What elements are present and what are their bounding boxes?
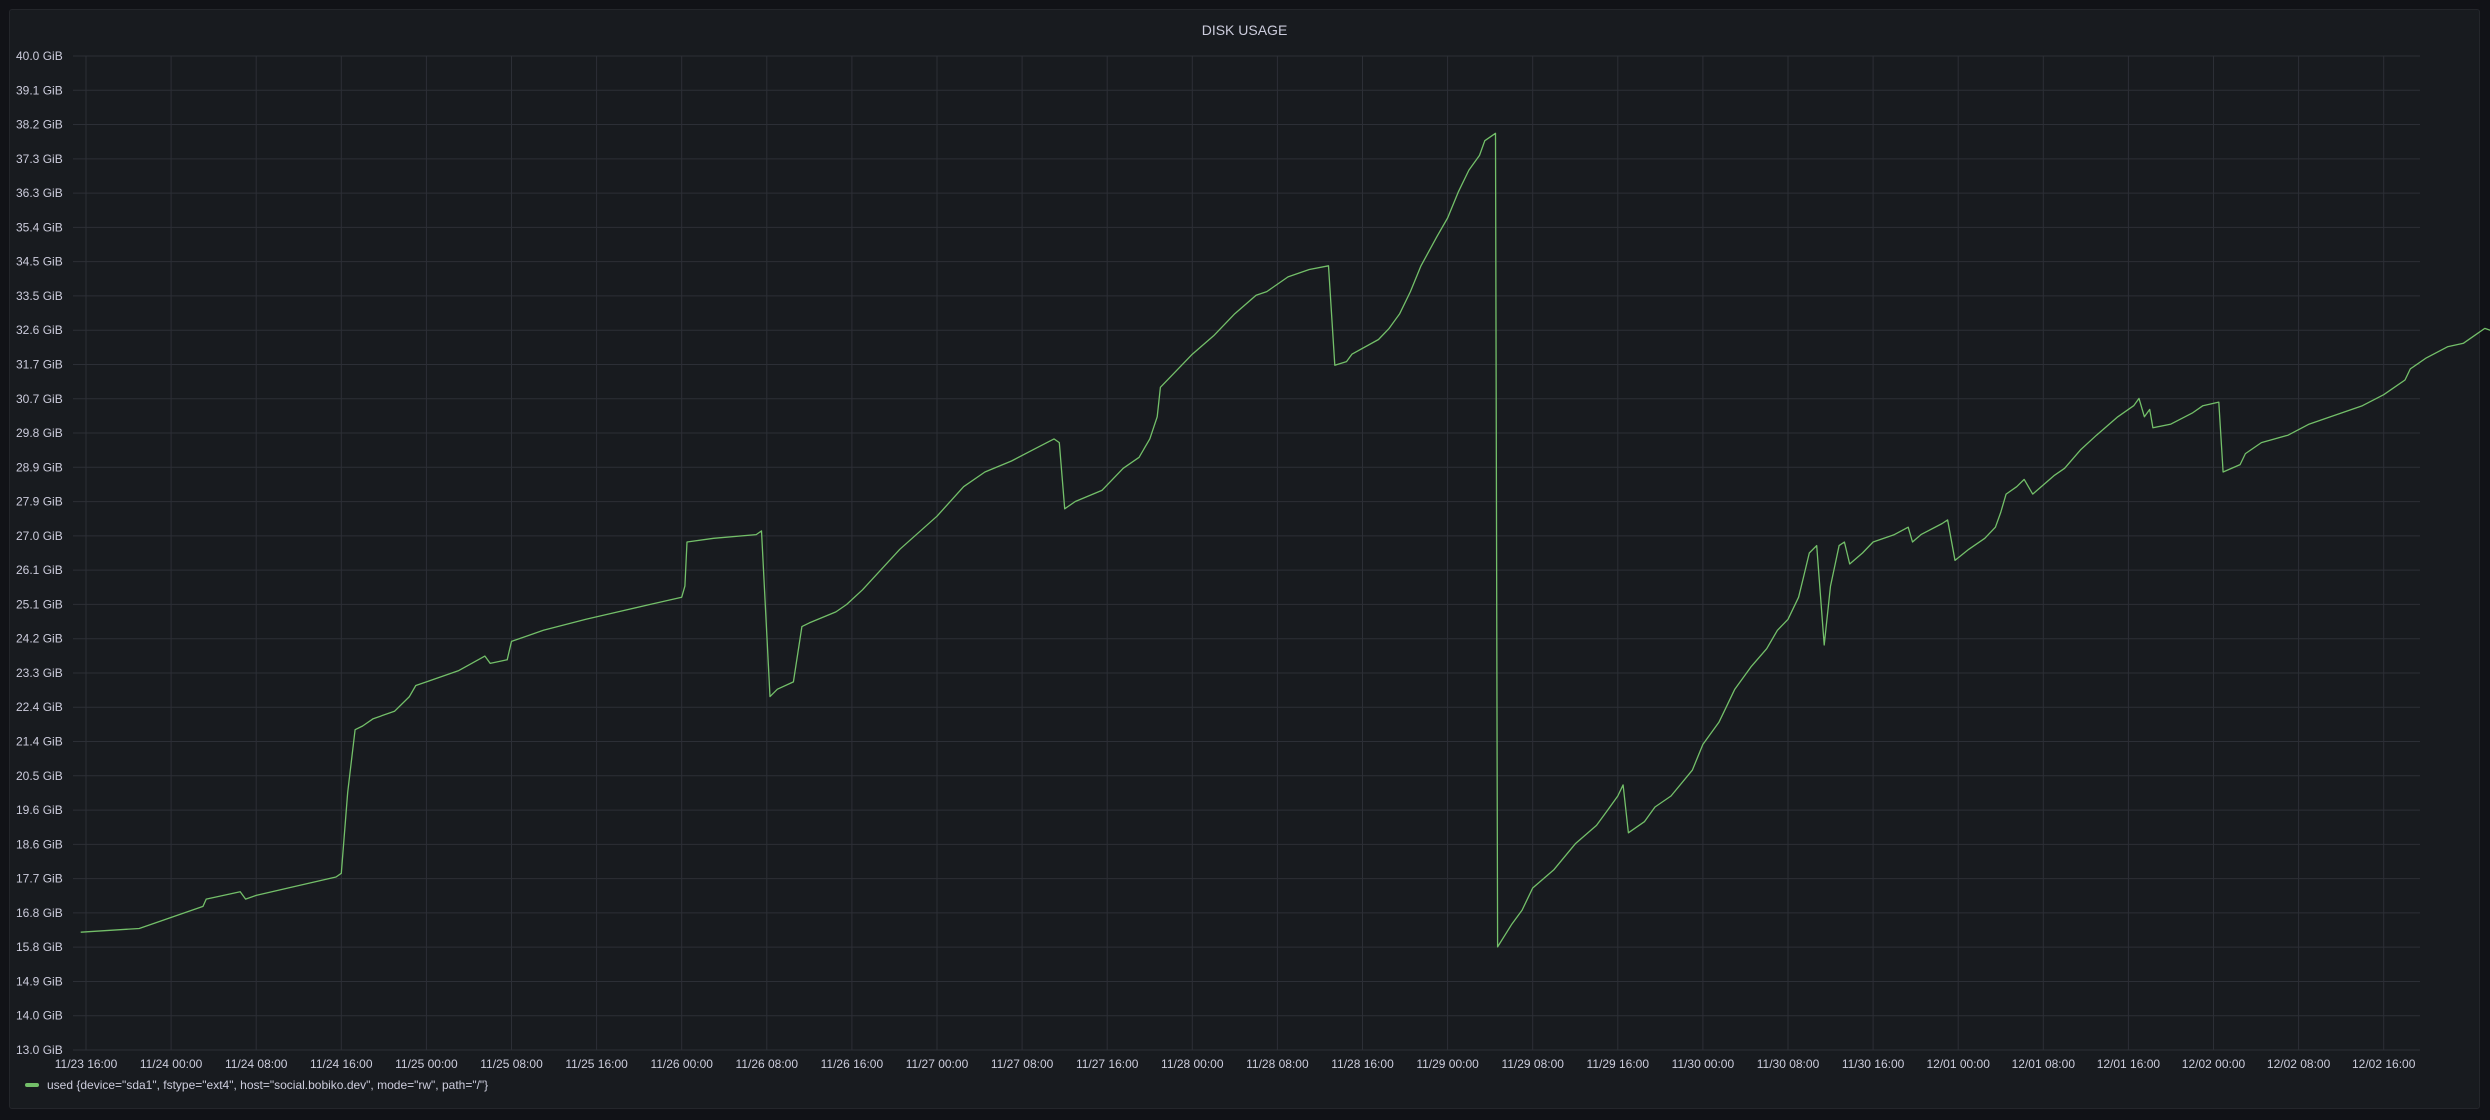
x-tick-label: 12/02 16:00 [2352, 1057, 2416, 1071]
y-tick-label: 18.6 GiB [16, 837, 63, 851]
x-tick-label: 11/29 00:00 [1416, 1057, 1479, 1071]
x-tick-label: 11/25 00:00 [395, 1057, 458, 1071]
x-tick-label: 12/01 16:00 [2097, 1057, 2161, 1071]
y-tick-label: 14.0 GiB [16, 1009, 63, 1023]
x-tick-label: 12/02 00:00 [2182, 1057, 2246, 1071]
x-tick-label: 11/26 08:00 [736, 1057, 799, 1071]
y-tick-label: 17.7 GiB [16, 872, 63, 886]
y-tick-label: 30.7 GiB [16, 392, 63, 406]
y-tick-label: 27.9 GiB [16, 495, 63, 509]
x-tick-label: 11/27 00:00 [906, 1057, 969, 1071]
y-tick-label: 16.8 GiB [16, 906, 63, 920]
y-tick-label: 26.1 GiB [16, 563, 63, 577]
y-tick-label: 19.6 GiB [16, 803, 63, 817]
y-tick-label: 36.3 GiB [16, 186, 63, 200]
x-tick-label: 11/25 08:00 [480, 1057, 543, 1071]
x-tick-label: 11/28 16:00 [1331, 1057, 1394, 1071]
y-tick-label: 21.4 GiB [16, 735, 63, 749]
x-tick-label: 11/26 00:00 [650, 1057, 713, 1071]
x-tick-label: 11/27 16:00 [1076, 1057, 1139, 1071]
x-tick-label: 11/26 16:00 [821, 1057, 884, 1071]
x-tick-label: 11/24 16:00 [310, 1057, 373, 1071]
y-tick-label: 29.8 GiB [16, 426, 63, 440]
x-tick-label: 11/28 08:00 [1246, 1057, 1309, 1071]
y-tick-label: 13.0 GiB [16, 1043, 63, 1057]
x-tick-label: 11/24 08:00 [225, 1057, 288, 1071]
x-tick-label: 12/02 08:00 [2267, 1057, 2331, 1071]
y-tick-label: 28.9 GiB [16, 460, 63, 474]
x-tick-label: 11/29 16:00 [1587, 1057, 1650, 1071]
y-tick-label: 23.3 GiB [16, 666, 63, 680]
y-tick-label: 24.2 GiB [16, 632, 63, 646]
y-tick-label: 27.0 GiB [16, 529, 63, 543]
y-tick-label: 20.5 GiB [16, 769, 63, 783]
x-tick-label: 11/24 00:00 [140, 1057, 203, 1071]
y-tick-label: 14.9 GiB [16, 974, 63, 988]
legend[interactable]: used {device="sda1", fstype="ext4", host… [25, 1078, 488, 1092]
x-tick-label: 11/30 16:00 [1842, 1057, 1905, 1071]
x-tick-label: 11/25 16:00 [565, 1057, 628, 1071]
disk-usage-chart: 13.0 GiB 14.0 GiB 14.9 GiB 15.8 GiB 16.8 GiB… [16, 49, 2490, 1071]
y-tick-label: 15.8 GiB [16, 940, 63, 954]
y-tick-label: 37.3 GiB [16, 152, 63, 166]
x-tick-label: 11/27 08:00 [991, 1057, 1054, 1071]
y-tick-label: 31.7 GiB [16, 357, 63, 371]
x-tick-label: 11/28 00:00 [1161, 1057, 1224, 1071]
y-tick-label: 22.4 GiB [16, 700, 63, 714]
y-tick-label: 34.5 GiB [16, 255, 63, 269]
y-tick-label: 38.2 GiB [16, 118, 63, 132]
x-tick-label: 12/01 08:00 [2012, 1057, 2076, 1071]
x-tick-label: 11/30 00:00 [1672, 1057, 1735, 1071]
y-tick-label: 33.5 GiB [16, 289, 63, 303]
legend-swatch [25, 1083, 39, 1087]
y-tick-label: 40.0 GiB [16, 49, 63, 63]
x-tick-label: 11/29 08:00 [1501, 1057, 1564, 1071]
legend-label: used {device="sda1", fstype="ext4", host… [47, 1078, 489, 1092]
y-tick-label: 35.4 GiB [16, 220, 63, 234]
x-tick-label: 11/30 08:00 [1757, 1057, 1820, 1071]
x-tick-label: 12/01 00:00 [1926, 1057, 1990, 1071]
y-tick-label: 39.1 GiB [16, 83, 63, 97]
x-tick-label: 11/23 16:00 [55, 1057, 118, 1071]
y-tick-label: 25.1 GiB [16, 597, 63, 611]
y-tick-label: 32.6 GiB [16, 323, 63, 337]
